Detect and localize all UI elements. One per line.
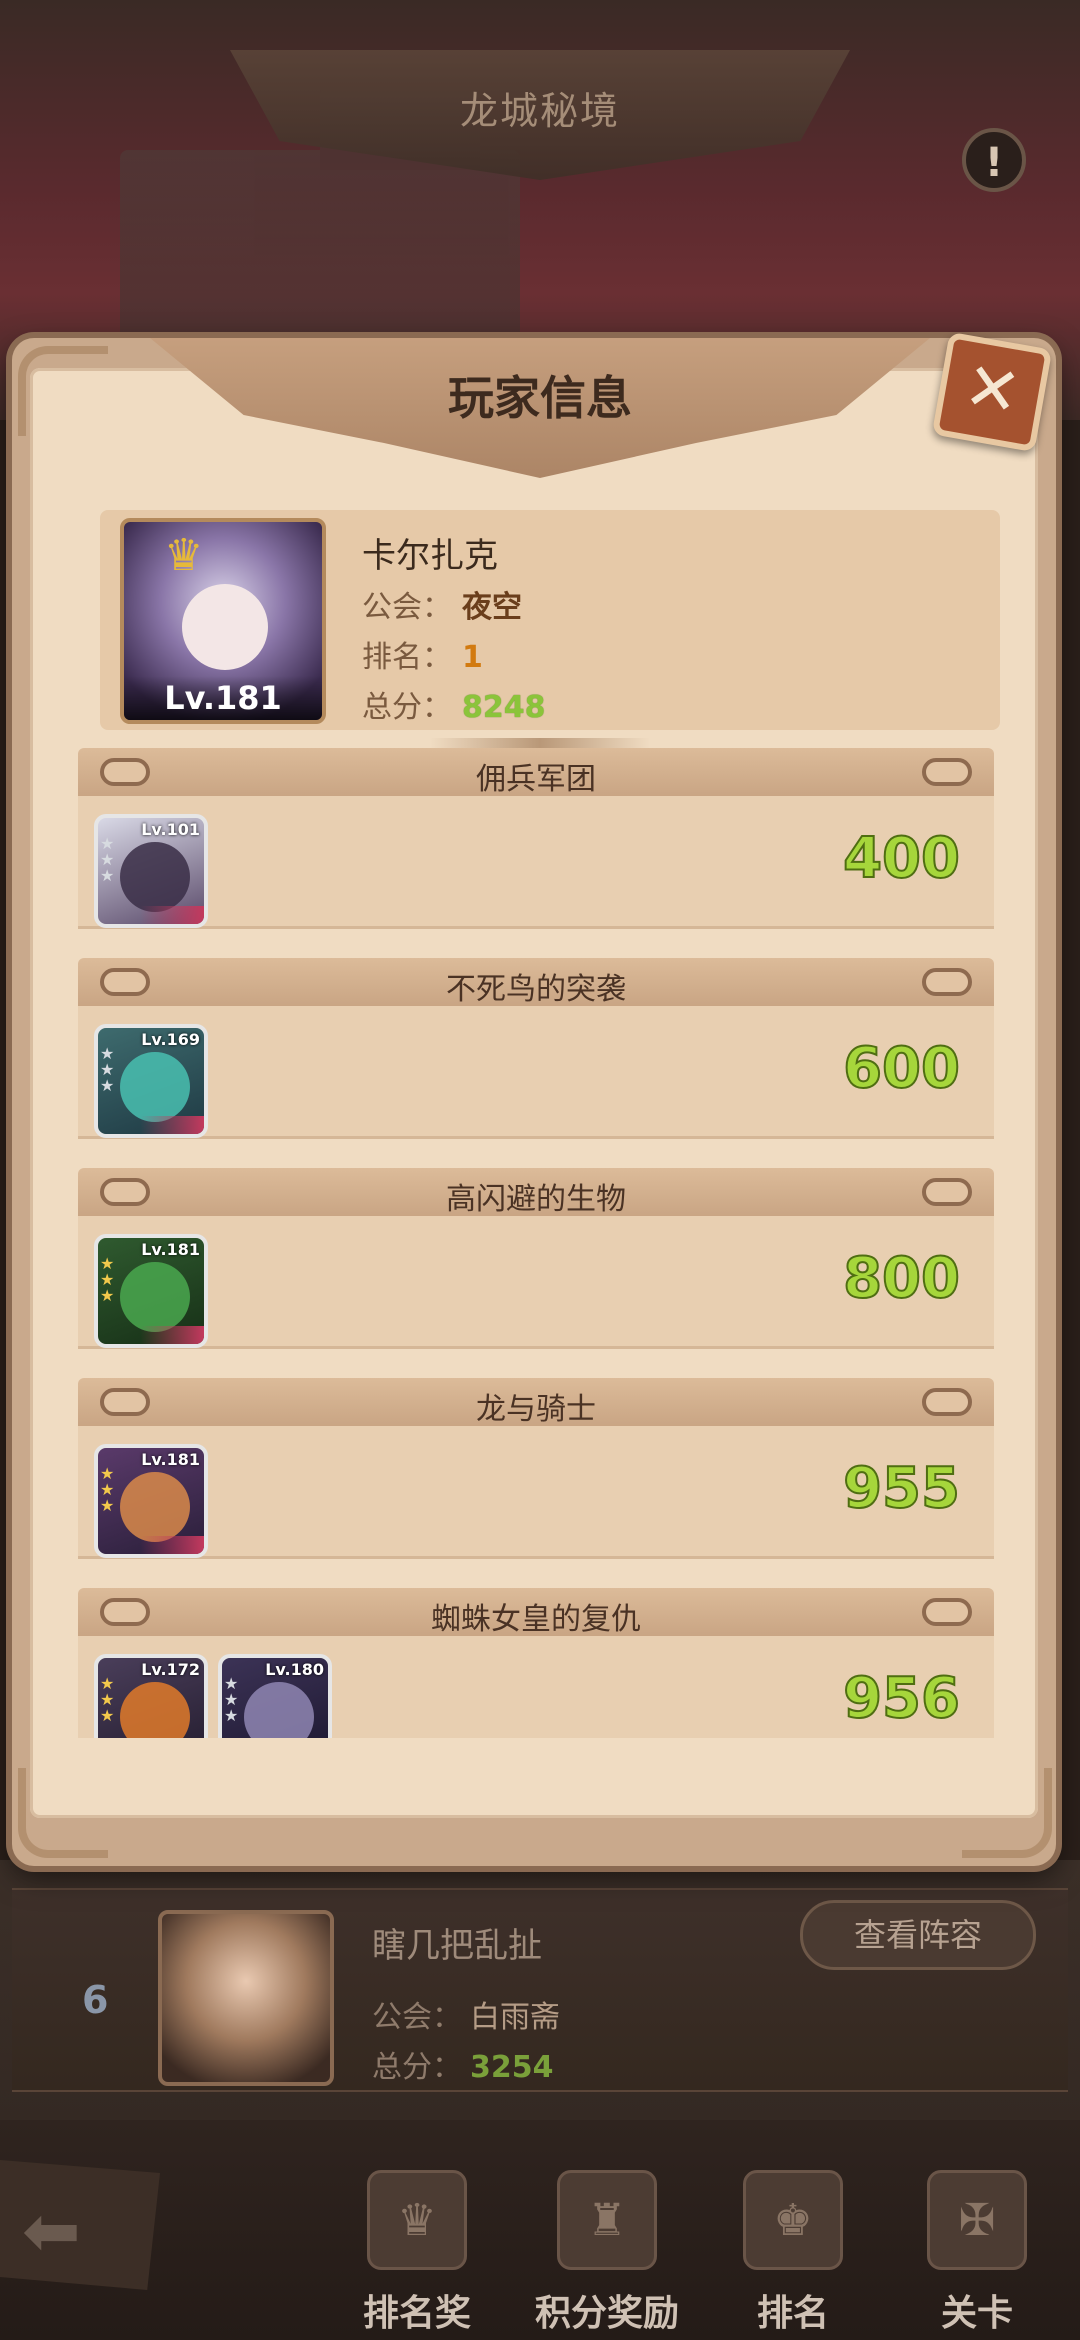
nav-stage[interactable]: ✠ 关卡	[902, 2170, 1052, 2336]
guild-label: 公会：	[372, 2000, 462, 2035]
rank-label: 排名：	[362, 640, 452, 675]
hero-band	[98, 1116, 204, 1134]
section-header: 高闪避的生物	[78, 1168, 994, 1217]
hero-level: Lv.172	[141, 1660, 200, 1679]
section-header: 不死鸟的突袭	[78, 958, 994, 1007]
player-rank: 排名： 1	[362, 632, 483, 676]
score-value: 3254	[470, 2050, 554, 2085]
close-button[interactable]: ✕	[931, 331, 1053, 453]
modal-title: 玩家信息	[448, 371, 632, 425]
hero-figure	[120, 1682, 190, 1738]
nav-label: 排名奖	[362, 2293, 471, 2334]
score-label: 总分：	[362, 690, 452, 725]
corner-ornament	[18, 346, 108, 436]
hero-portrait[interactable]: ★ ★ ★ Lv.172	[94, 1654, 208, 1738]
star-icon: ★ ★ ★	[100, 1674, 115, 1725]
hero-portrait[interactable]: ★ ★ ★ Lv.180	[218, 1654, 332, 1738]
stage-icon: ✠	[927, 2170, 1027, 2270]
star-icon: ★ ★ ★	[100, 1464, 115, 1515]
section-title: 高闪避的生物	[446, 1182, 626, 1217]
stage-section: 不死鸟的突袭 ★ ★ ★ Lv.169 600	[78, 958, 994, 1148]
player-guild: 公会： 夜空	[362, 582, 522, 626]
corner-ornament	[962, 1768, 1052, 1858]
star-icon: ★ ★ ★	[224, 1674, 239, 1725]
view-lineup-button[interactable]: 查看阵容	[800, 1900, 1036, 1970]
nav-label: 关卡	[940, 2293, 1013, 2334]
nav-rank-reward[interactable]: ♛ 排名奖	[342, 2170, 492, 2336]
hero-level: Lv.180	[265, 1660, 324, 1679]
divider	[430, 738, 650, 748]
hero-band	[98, 1536, 204, 1554]
section-score: 600	[842, 1035, 961, 1102]
rope-knot-icon	[922, 968, 972, 996]
section-title: 不死鸟的突袭	[446, 972, 626, 1007]
player-avatar[interactable]	[158, 1910, 334, 2086]
crown-icon: ♛	[164, 530, 204, 581]
player-name: 瞎几把乱扯	[372, 1926, 542, 1966]
guild-label: 公会：	[362, 590, 452, 625]
rank-reward-icon: ♛	[367, 2170, 467, 2270]
section-title: 龙与骑士	[476, 1392, 596, 1427]
rope-knot-icon	[922, 1178, 972, 1206]
corner-ornament	[18, 1768, 108, 1858]
player-score: 总分： 3254	[372, 2042, 554, 2086]
hero-level: Lv.101	[141, 820, 200, 839]
section-score: 955	[842, 1455, 961, 1522]
hero-band	[98, 1326, 204, 1344]
hero-figure	[244, 1682, 314, 1738]
hero-level: Lv.169	[141, 1030, 200, 1049]
nav-label: 排名	[756, 2293, 829, 2334]
stage-score-list[interactable]: 佣兵军团 ★ ★ ★ Lv.101 400 不死鸟的突袭 ★ ★ ★ Lv.169 60…	[78, 748, 994, 1738]
player-level: Lv.181	[124, 676, 322, 720]
section-title: 佣兵军团	[476, 762, 596, 797]
section-header: 龙与骑士	[78, 1378, 994, 1427]
nav-ranking[interactable]: ♚ 排名	[718, 2170, 868, 2336]
player-score: 总分： 8248	[362, 682, 546, 726]
hero-figure	[120, 1472, 190, 1542]
stage-section: 龙与骑士 ★ ★ ★ Lv.181 955	[78, 1378, 994, 1568]
rank-value: 1	[462, 640, 483, 675]
hero-portrait[interactable]: ★ ★ ★ Lv.101	[94, 814, 208, 928]
rope-knot-icon	[922, 1598, 972, 1626]
player-avatar: ♛ Lv.181	[120, 518, 326, 724]
section-score: 400	[842, 825, 961, 892]
nav-label: 积分奖励	[534, 2293, 679, 2334]
hero-figure	[120, 1052, 190, 1122]
hero-level: Lv.181	[141, 1450, 200, 1469]
section-header: 蜘蛛女皇的复仇	[78, 1588, 994, 1637]
stage-section: 高闪避的生物 ★ ★ ★ Lv.181 800	[78, 1168, 994, 1358]
guild-value: 夜空	[462, 590, 522, 625]
hero-level: Lv.181	[141, 1240, 200, 1259]
score-value: 8248	[462, 690, 546, 725]
rope-knot-icon	[922, 1388, 972, 1416]
score-label: 总分：	[372, 2050, 462, 2085]
hero-figure	[120, 1262, 190, 1332]
back-arrow-icon: ⬅	[22, 2190, 81, 2272]
star-icon: ★ ★ ★	[100, 834, 115, 885]
avatar-face	[182, 584, 268, 670]
hero-portrait[interactable]: ★ ★ ★ Lv.181	[94, 1444, 208, 1558]
section-title: 蜘蛛女皇的复仇	[431, 1602, 641, 1637]
rank-number: 6	[82, 1978, 109, 2022]
player-name: 卡尔扎克	[362, 536, 498, 576]
star-icon: ★ ★ ★	[100, 1254, 115, 1305]
star-icon: ★ ★ ★	[100, 1044, 115, 1095]
ranking-icon: ♚	[743, 2170, 843, 2270]
rope-knot-icon	[922, 758, 972, 786]
info-icon[interactable]: !	[962, 128, 1026, 192]
points-reward-icon: ♜	[557, 2170, 657, 2270]
hero-portrait[interactable]: ★ ★ ★ Lv.181	[94, 1234, 208, 1348]
guild-value: 白雨斋	[470, 2000, 560, 2035]
section-header: 佣兵军团	[78, 748, 994, 797]
section-score: 956	[842, 1665, 961, 1732]
hero-portrait[interactable]: ★ ★ ★ Lv.169	[94, 1024, 208, 1138]
nav-points-reward[interactable]: ♜ 积分奖励	[532, 2170, 682, 2336]
hero-figure	[120, 842, 190, 912]
scene-title: 龙城秘境	[459, 89, 620, 133]
stage-section: 蜘蛛女皇的复仇 ★ ★ ★ Lv.172 ★ ★ ★ Lv.180 956	[78, 1588, 994, 1738]
player-guild: 公会： 白雨斋	[372, 1992, 560, 2036]
section-score: 800	[842, 1245, 961, 1312]
hero-band	[98, 906, 204, 924]
stage-section: 佣兵军团 ★ ★ ★ Lv.101 400	[78, 748, 994, 938]
